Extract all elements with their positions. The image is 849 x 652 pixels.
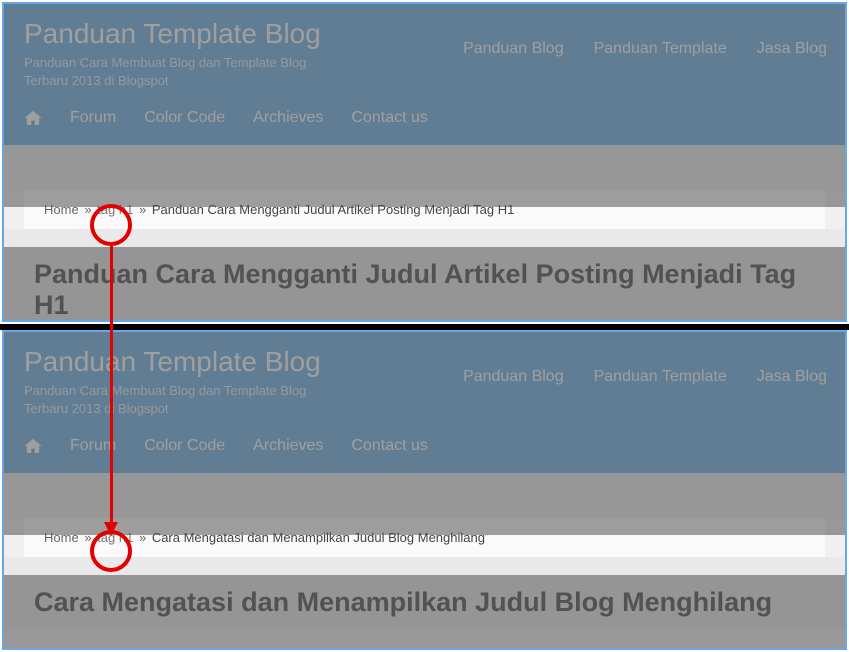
dim-shade-upper bbox=[4, 4, 845, 207]
screenshot-panel-top: Panduan Template Blog Panduan Cara Membu… bbox=[2, 2, 847, 322]
dim-shade-lower bbox=[4, 575, 845, 648]
comparison-stage: Panduan Template Blog Panduan Cara Membu… bbox=[0, 0, 849, 652]
dim-shade-upper bbox=[4, 332, 845, 535]
screenshot-panel-bottom: Panduan Template Blog Panduan Cara Membu… bbox=[2, 330, 847, 650]
dim-shade-lower bbox=[4, 247, 845, 320]
